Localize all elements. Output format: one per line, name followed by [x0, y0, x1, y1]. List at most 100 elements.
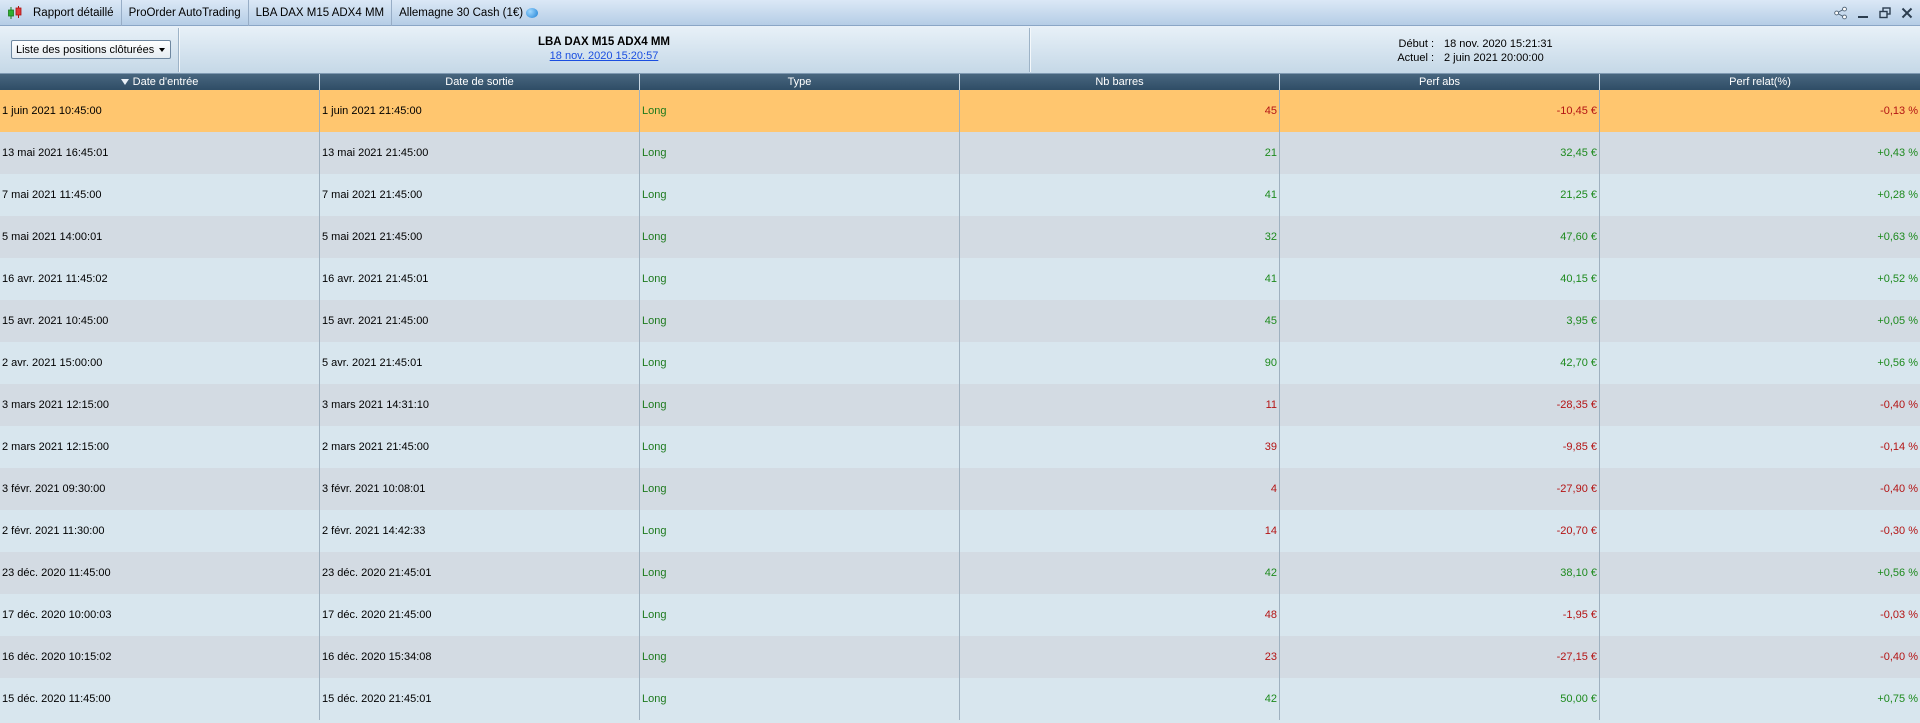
cell-entry-date: 15 déc. 2020 11:45:00 — [0, 678, 320, 720]
cell-type: Long — [640, 342, 960, 384]
cell-type: Long — [640, 678, 960, 720]
column-header-type[interactable]: Type — [640, 74, 960, 90]
cell-entry-date: 2 avr. 2021 15:00:00 — [0, 342, 320, 384]
cell-type: Long — [640, 258, 960, 300]
crumb-instrument-label: Allemagne 30 Cash (1€) — [399, 6, 524, 19]
cell-type: Long — [640, 468, 960, 510]
current-value: 2 juin 2021 20:00:00 — [1444, 52, 1544, 64]
cell-entry-date: 5 mai 2021 14:00:01 — [0, 216, 320, 258]
cell-perf-abs: 50,00 € — [1280, 678, 1600, 720]
cell-perf-rel: +0,28 % — [1877, 189, 1918, 201]
strategy-name: LBA DAX M15 ADX4 MM — [537, 36, 671, 48]
cell-bars: 21 — [960, 132, 1280, 174]
crumb-detailed-report[interactable]: Rapport détaillé — [26, 0, 122, 26]
cell-perf-abs: 42,70 € — [1280, 342, 1600, 384]
cell-bars: 45 — [960, 300, 1280, 342]
cell-entry-date: 2 févr. 2021 11:30:00 — [0, 510, 320, 552]
divider — [178, 28, 179, 72]
cell-bars: 23 — [960, 636, 1280, 678]
table-row[interactable]: 3 mars 2021 12:15:00 3 mars 2021 14:31:10… — [0, 384, 1920, 426]
table-row[interactable]: 3 févr. 2021 09:30:00 3 févr. 2021 10:08:… — [0, 468, 1920, 510]
cell-bars: 41 — [960, 258, 1280, 300]
cell-exit-date: 3 mars 2021 14:31:10 — [320, 384, 640, 426]
cell-perf-abs: -20,70 € — [1280, 510, 1600, 552]
cell-bars: 41 — [960, 174, 1280, 216]
column-header-bars[interactable]: Nb barres — [960, 74, 1280, 90]
cell-type: Long — [640, 300, 960, 342]
time-range: Début : 18 nov. 2020 15:21:31 Actuel : 2… — [1030, 37, 1920, 65]
cell-bars: 48 — [960, 594, 1280, 636]
table-row[interactable]: 2 févr. 2021 11:30:00 2 févr. 2021 14:42:… — [0, 510, 1920, 552]
cell-entry-date: 13 mai 2021 16:45:01 — [0, 132, 320, 174]
table-row[interactable]: 13 mai 2021 16:45:01 13 mai 2021 21:45:00… — [0, 132, 1920, 174]
restore-icon[interactable] — [1878, 6, 1892, 20]
column-header-perf-rel[interactable]: Perf relat(%) — [1600, 74, 1920, 90]
current-label: Actuel : — [1397, 52, 1434, 64]
cell-perf-rel: +0,75 % — [1877, 693, 1918, 705]
title-bar: Rapport détaillé ProOrder AutoTrading LB… — [0, 0, 1920, 26]
table-row[interactable]: 15 avr. 2021 10:45:00 15 avr. 2021 21:45:… — [0, 300, 1920, 342]
sort-descending-icon — [120, 79, 129, 85]
cell-entry-date: 7 mai 2021 11:45:00 — [0, 174, 320, 216]
table-row[interactable]: 16 déc. 2020 10:15:02 16 déc. 2020 15:34:… — [0, 636, 1920, 678]
table-row[interactable]: 5 mai 2021 14:00:01 5 mai 2021 21:45:00 Lo… — [0, 216, 1920, 258]
column-header-perf-abs[interactable]: Perf abs — [1280, 74, 1600, 90]
cell-type: Long — [640, 216, 960, 258]
cell-exit-date: 16 avr. 2021 21:45:01 — [320, 258, 640, 300]
cell-perf-rel: +0,56 % — [1877, 357, 1918, 369]
share-icon[interactable] — [1834, 6, 1848, 20]
cell-bars: 4 — [960, 468, 1280, 510]
table-row[interactable]: 23 déc. 2020 11:45:00 23 déc. 2020 21:45:… — [0, 552, 1920, 594]
cell-type: Long — [640, 384, 960, 426]
cell-type: Long — [640, 510, 960, 552]
cell-perf-rel: +0,56 % — [1877, 567, 1918, 579]
table-row[interactable]: 15 déc. 2020 11:45:00 15 déc. 2020 21:45:… — [0, 678, 1920, 720]
strategy-date-link[interactable]: 18 nov. 2020 15:20:57 — [550, 50, 659, 62]
cell-exit-date: 1 juin 2021 21:45:00 — [320, 90, 640, 132]
table-row[interactable]: 7 mai 2021 11:45:00 7 mai 2021 21:45:00 Lo… — [0, 174, 1920, 216]
cell-perf-rel: -0,30 % — [1880, 525, 1918, 537]
table-row[interactable]: 17 déc. 2020 10:00:03 17 déc. 2020 21:45:… — [0, 594, 1920, 636]
cell-type: Long — [640, 594, 960, 636]
crumb-instrument[interactable]: Allemagne 30 Cash (1€) — [392, 0, 545, 26]
cell-exit-date: 3 févr. 2021 10:08:01 — [320, 468, 640, 510]
table-row[interactable]: 2 mars 2021 12:15:00 2 mars 2021 21:45:00… — [0, 426, 1920, 468]
crumb-proorder-autotrading[interactable]: ProOrder AutoTrading — [122, 0, 249, 26]
cell-perf-abs: 38,10 € — [1280, 552, 1600, 594]
cell-perf-abs: -28,35 € — [1280, 384, 1600, 426]
cell-perf-abs: -27,90 € — [1280, 468, 1600, 510]
cell-perf-abs: 47,60 € — [1280, 216, 1600, 258]
cell-exit-date: 15 avr. 2021 21:45:00 — [320, 300, 640, 342]
window-controls — [1834, 0, 1914, 26]
cell-perf-abs: -27,15 € — [1280, 636, 1600, 678]
table-row[interactable]: 16 avr. 2021 11:45:02 16 avr. 2021 21:45:… — [0, 258, 1920, 300]
column-header-label: Perf relat(%) — [1729, 76, 1791, 88]
close-icon[interactable] — [1900, 6, 1914, 20]
dropdown-label: Liste des positions clôturées — [16, 43, 155, 56]
cell-perf-abs: 32,45 € — [1280, 132, 1600, 174]
cell-entry-date: 16 déc. 2020 10:15:02 — [0, 636, 320, 678]
cell-perf-abs: -10,45 € — [1280, 90, 1600, 132]
cell-perf-abs: 21,25 € — [1280, 174, 1600, 216]
strategy-summary: LBA DAX M15 ADX4 MM 18 nov. 2020 15:20:5… — [180, 36, 1028, 62]
column-header-label: Type — [787, 76, 812, 88]
cell-bars: 45 — [960, 90, 1280, 132]
chevron-down-icon — [159, 47, 166, 52]
report-info-bar: Liste des positions clôturées LBA DAX M1… — [0, 26, 1920, 74]
cell-exit-date: 23 déc. 2020 21:45:01 — [320, 552, 640, 594]
crumb-strategy[interactable]: LBA DAX M15 ADX4 MM — [249, 0, 393, 26]
positions-list-dropdown[interactable]: Liste des positions clôturées — [11, 40, 172, 59]
cell-perf-abs: 3,95 € — [1280, 300, 1600, 342]
cell-entry-date: 16 avr. 2021 11:45:02 — [0, 258, 320, 300]
cell-perf-rel: -0,03 % — [1880, 609, 1918, 621]
cell-exit-date: 16 déc. 2020 15:34:08 — [320, 636, 640, 678]
minimize-icon[interactable] — [1856, 6, 1870, 20]
table-row[interactable]: 1 juin 2021 10:45:00 1 juin 2021 21:45:00… — [0, 90, 1920, 132]
positions-table-header: Date d'entrée Date de sortie Type Nb bar… — [0, 74, 1920, 90]
column-header-entry-date[interactable]: Date d'entrée — [0, 74, 320, 90]
cell-exit-date: 13 mai 2021 21:45:00 — [320, 132, 640, 174]
column-header-exit-date[interactable]: Date de sortie — [320, 74, 640, 90]
positions-table-body: 1 juin 2021 10:45:00 1 juin 2021 21:45:00… — [0, 90, 1920, 720]
table-row[interactable]: 2 avr. 2021 15:00:00 5 avr. 2021 21:45:01… — [0, 342, 1920, 384]
cell-perf-rel: -0,40 % — [1880, 483, 1918, 495]
